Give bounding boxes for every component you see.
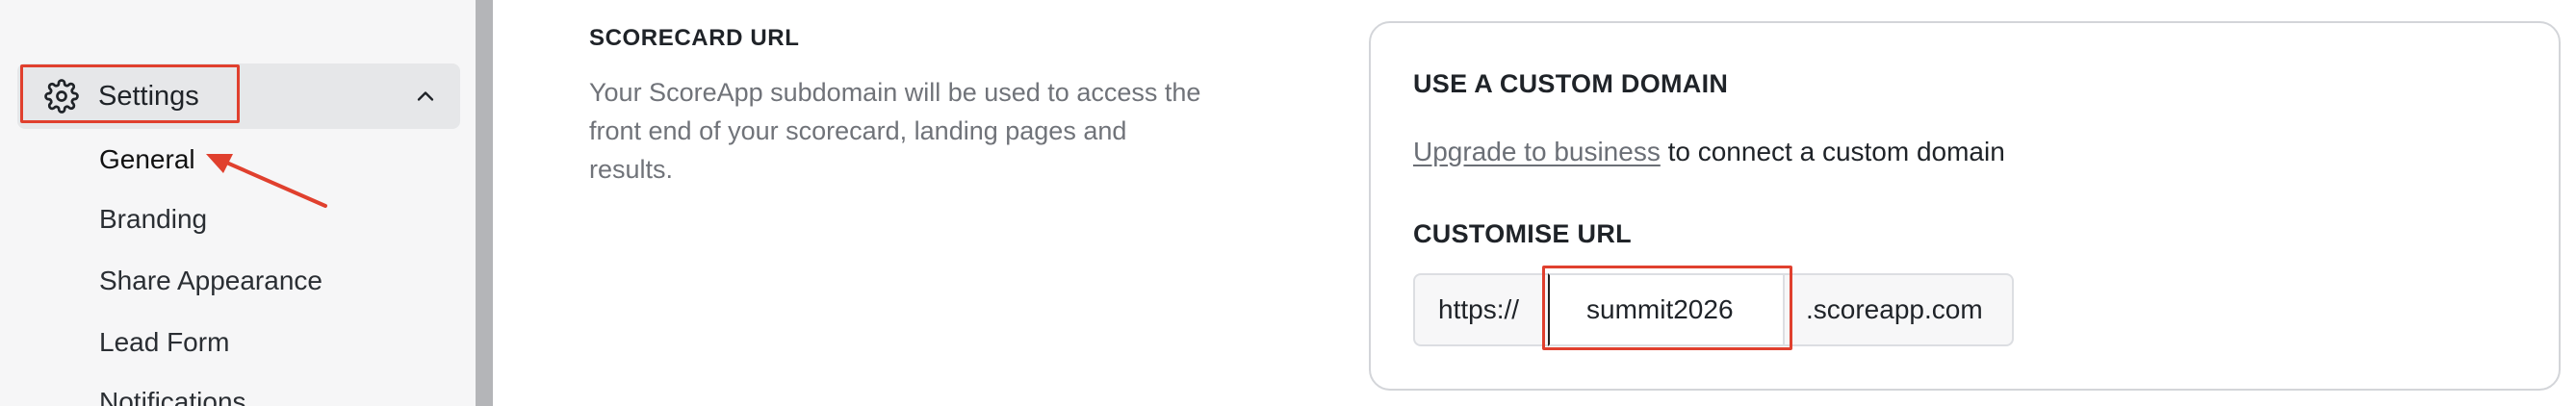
upgrade-line: Upgrade to business to connect a custom … bbox=[1413, 135, 2005, 169]
sidebar-item-share-appearance[interactable]: Share Appearance bbox=[99, 264, 322, 298]
sidebar-item-branding[interactable]: Branding bbox=[99, 202, 207, 237]
customise-url-heading: CUSTOMISE URL bbox=[1413, 219, 1632, 248]
sidebar: Settings General Branding Share Appearan… bbox=[0, 0, 476, 406]
annotation-highlight-subdomain bbox=[1542, 266, 1792, 350]
annotation-arrow-icon bbox=[206, 154, 327, 208]
annotation-highlight-settings bbox=[20, 64, 240, 123]
url-prefix: https:// bbox=[1413, 273, 1550, 346]
sidebar-item-lead-form[interactable]: Lead Form bbox=[99, 325, 229, 360]
upgrade-link[interactable]: Upgrade to business bbox=[1413, 137, 1661, 166]
upgrade-suffix-text: to connect a custom domain bbox=[1660, 137, 2005, 166]
section-description: Your ScoreApp subdomain will be used to … bbox=[589, 78, 1201, 184]
sidebar-item-general[interactable]: General bbox=[99, 142, 195, 177]
section-title: SCORECARD URL bbox=[589, 25, 800, 51]
chevron-up-icon[interactable] bbox=[412, 83, 439, 110]
sidebar-item-notifications[interactable]: Notifications bbox=[99, 385, 246, 406]
custom-domain-heading: USE A CUSTOM DOMAIN bbox=[1413, 69, 1729, 98]
url-suffix: .scoreapp.com bbox=[1783, 273, 2014, 346]
sidebar-divider[interactable] bbox=[476, 0, 493, 406]
